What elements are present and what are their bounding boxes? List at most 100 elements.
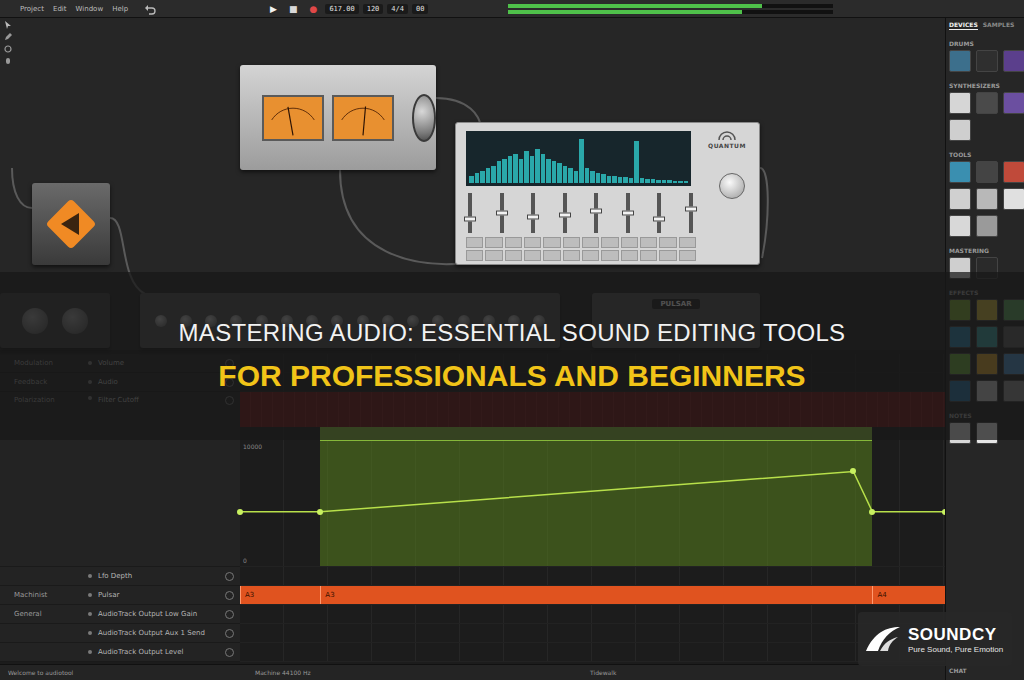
device-tile[interactable] [1003, 50, 1024, 72]
fader[interactable] [531, 193, 535, 233]
browser-tab[interactable]: SAMPLES [983, 21, 1015, 30]
device-tile[interactable] [949, 161, 971, 183]
hand-icon[interactable] [4, 57, 12, 65]
param-box[interactable] [640, 237, 657, 248]
fader[interactable] [657, 193, 661, 233]
track-header[interactable]: GeneralAudioTrack Output Low Gain [0, 605, 240, 624]
clip[interactable]: A4 [872, 586, 945, 604]
arrow-device[interactable] [32, 183, 110, 265]
undo-icon[interactable] [144, 3, 156, 15]
device-tile[interactable] [949, 215, 971, 237]
device-tile[interactable] [949, 50, 971, 72]
transport-button[interactable]: ● [306, 3, 322, 15]
fader[interactable] [689, 193, 693, 233]
param-box[interactable] [505, 237, 522, 248]
param-box[interactable] [601, 250, 618, 261]
automation-region[interactable] [320, 427, 872, 566]
track-header[interactable]: MachinistPulsar [0, 586, 240, 605]
magnet-icon[interactable] [4, 45, 12, 53]
fader[interactable] [500, 193, 504, 233]
automation-point[interactable] [317, 509, 323, 515]
section-title[interactable]: CHAT [949, 667, 1021, 674]
menu-item[interactable]: Window [76, 5, 104, 13]
section-title[interactable]: SYNTHESIZERS [949, 82, 1021, 89]
track-toggle-icon[interactable] [225, 591, 234, 600]
meter-track [508, 10, 833, 14]
device-tile[interactable] [976, 215, 998, 237]
param-box[interactable] [485, 250, 502, 261]
device-tile[interactable] [976, 92, 998, 114]
track-lane [240, 567, 945, 586]
fader-handle[interactable] [685, 207, 697, 212]
automation-point[interactable] [237, 509, 243, 515]
clip[interactable]: A3 [240, 586, 320, 604]
menu-item[interactable]: Edit [53, 5, 67, 13]
param-box[interactable] [563, 250, 580, 261]
device-tile[interactable] [949, 188, 971, 210]
track-toggle-icon[interactable] [225, 648, 234, 657]
track-toggle-icon[interactable] [225, 610, 234, 619]
fader-handle[interactable] [622, 211, 634, 216]
fader-handle[interactable] [559, 213, 571, 218]
track-header[interactable]: AudioTrack Output Aux 1 Send [0, 624, 240, 643]
param-box[interactable] [524, 237, 541, 248]
fader-handle[interactable] [496, 211, 508, 216]
clip[interactable]: A3 [320, 586, 872, 604]
device-tile[interactable] [949, 119, 971, 141]
param-box[interactable] [659, 237, 676, 248]
param-box[interactable] [505, 250, 522, 261]
device-tile[interactable] [1003, 92, 1024, 114]
automation-point[interactable] [942, 509, 945, 515]
param-box[interactable] [466, 250, 483, 261]
quantum-device[interactable]: QUANTUM [455, 122, 760, 265]
param-box[interactable] [582, 250, 599, 261]
param-box[interactable] [543, 250, 560, 261]
section-title[interactable]: DRUMS [949, 40, 1021, 47]
param-box[interactable] [679, 237, 696, 248]
track-header[interactable]: Lfo Depth [0, 567, 240, 586]
section-title[interactable]: MASTERING [949, 247, 1021, 254]
param-box[interactable] [659, 250, 676, 261]
param-box[interactable] [485, 237, 502, 248]
device-tile[interactable] [976, 188, 998, 210]
pointer-icon[interactable] [4, 21, 12, 29]
param-box[interactable] [621, 250, 638, 261]
output-knob[interactable] [719, 173, 745, 199]
section-title[interactable]: TOOLS [949, 151, 1021, 158]
transport-button[interactable]: ▶ [266, 3, 281, 15]
menu-item[interactable]: Project [20, 5, 44, 13]
vu-meter-device[interactable] [240, 65, 436, 170]
param-box[interactable] [582, 237, 599, 248]
device-tile[interactable] [1003, 161, 1024, 183]
device-tile[interactable] [949, 92, 971, 114]
param-box[interactable] [563, 237, 580, 248]
fader-handle[interactable] [590, 209, 602, 214]
param-box[interactable] [679, 250, 696, 261]
device-tile[interactable] [1003, 188, 1024, 210]
track-toggle-icon[interactable] [225, 572, 234, 581]
track-header[interactable]: AudioTrack Output Level [0, 643, 240, 662]
fader[interactable] [563, 193, 567, 233]
fader-handle[interactable] [653, 217, 665, 222]
param-box[interactable] [543, 237, 560, 248]
gain-knob[interactable] [412, 94, 436, 142]
param-box[interactable] [466, 237, 483, 248]
fader-handle[interactable] [464, 217, 476, 222]
transport-button[interactable]: ■ [285, 3, 302, 15]
fader[interactable] [468, 193, 472, 233]
param-box[interactable] [621, 237, 638, 248]
automation-point[interactable] [850, 468, 856, 474]
browser-tab[interactable]: DEVICES [949, 21, 978, 30]
param-box[interactable] [524, 250, 541, 261]
pencil-icon[interactable] [4, 33, 12, 41]
fader-handle[interactable] [527, 215, 539, 220]
menu-item[interactable]: Help [112, 5, 128, 13]
track-toggle-icon[interactable] [225, 629, 234, 638]
device-tile[interactable] [976, 161, 998, 183]
param-box[interactable] [601, 237, 618, 248]
fader[interactable] [626, 193, 630, 233]
automation-point[interactable] [869, 509, 875, 515]
fader[interactable] [594, 193, 598, 233]
param-box[interactable] [640, 250, 657, 261]
device-tile[interactable] [976, 50, 998, 72]
